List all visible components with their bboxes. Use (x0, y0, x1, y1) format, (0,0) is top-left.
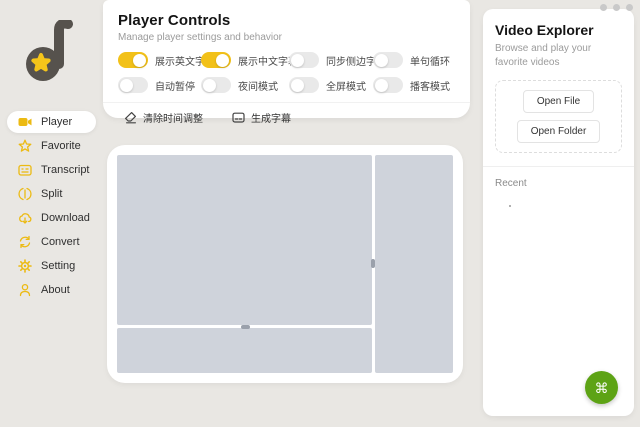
explorer-subtitle: Browse and play your favorite videos (495, 43, 592, 68)
sidebar-item-label: Favorite (41, 140, 81, 152)
video-main-pane[interactable] (117, 155, 372, 325)
recent-section-label: Recent (495, 178, 527, 189)
video-camera-icon (18, 115, 32, 129)
sidebar-item-favorite[interactable]: Favorite (7, 135, 96, 157)
sidebar-item-convert[interactable]: Convert (7, 231, 96, 253)
toggle-auto-pause: 自动暂停 (118, 77, 201, 93)
open-folder-button[interactable]: Open Folder (516, 120, 601, 143)
video-explorer-panel: Video Explorer Browse and play your favo… (483, 9, 634, 416)
horizontal-resize-handle[interactable] (241, 325, 250, 329)
transcript-icon (18, 163, 32, 177)
video-bottom-pane[interactable] (117, 328, 372, 373)
player-controls-panel: Player Controls Manage player settings a… (103, 0, 470, 125)
generate-subtitles-button[interactable]: 生成字幕 (231, 108, 291, 127)
sidebar-item-about[interactable]: About (7, 279, 96, 301)
gear-icon (18, 259, 32, 273)
video-player-area (107, 145, 463, 383)
action-label: 生成字幕 (251, 114, 291, 125)
sidebar-item-transcript[interactable]: Transcript (7, 159, 96, 181)
toggle-podcast-mode: 播客模式 (373, 77, 455, 93)
sidebar-item-player[interactable]: Player (7, 111, 96, 133)
star-icon (18, 139, 32, 153)
toggle-fullscreen-mode: 全屏模式 (289, 77, 373, 93)
toggle-switch[interactable] (373, 52, 403, 68)
toggle-switch[interactable] (118, 77, 148, 93)
sidebar-menu: Player Favorite Transcript Split Downloa… (7, 111, 96, 303)
toggle-single-sentence-loop: 单句循环 (373, 52, 455, 68)
toggle-switch[interactable] (201, 52, 231, 68)
logo-d-icon (26, 18, 73, 81)
window-dot-icon[interactable] (600, 4, 607, 11)
open-file-button[interactable]: Open File (522, 90, 595, 113)
toggle-switch[interactable] (289, 52, 319, 68)
sidebar-item-label: About (41, 284, 70, 296)
sidebar-item-label: Download (41, 212, 90, 224)
sidebar-item-label: Player (41, 116, 73, 128)
sidebar-item-label: Transcript (41, 164, 90, 176)
toggle-switch[interactable] (118, 52, 148, 68)
toggle-grid: 展示英文字幕 展示中文字幕 同步侧边字幕 单句循环 自动暂停 夜间模式 全屏模式… (118, 52, 455, 93)
person-icon (18, 283, 32, 297)
app-logo (22, 18, 76, 91)
toggle-label: 自动暂停 (155, 81, 195, 93)
toggle-night-mode: 夜间模式 (201, 77, 289, 93)
sidebar-item-label: Convert (41, 236, 80, 248)
vertical-resize-handle[interactable] (371, 259, 375, 268)
command-icon: ⌘ (594, 379, 609, 396)
download-cloud-icon (18, 211, 32, 225)
sidebar-item-download[interactable]: Download (7, 207, 96, 229)
sidebar-item-label: Setting (41, 260, 76, 272)
convert-arrows-icon (18, 235, 32, 249)
toggle-label: 播客模式 (410, 81, 450, 93)
open-dropzone: Open File Open Folder (495, 80, 622, 153)
toggle-switch[interactable] (373, 77, 403, 93)
sidebar: Player Favorite Transcript Split Downloa… (0, 0, 101, 427)
page-subtitle: Manage player settings and behavior (118, 32, 282, 43)
action-label: 清除时间调整 (143, 114, 203, 125)
toggle-switch[interactable] (289, 77, 319, 93)
toggle-switch[interactable] (201, 77, 231, 93)
toggle-sync-side-subtitles: 同步侧边字幕 (289, 52, 386, 68)
sidebar-item-label: Split (41, 188, 63, 200)
clear-time-adjust-button[interactable]: 清除时间调整 (123, 108, 203, 127)
sidebar-item-setting[interactable]: Setting (7, 255, 96, 277)
toggle-label: 夜间模式 (238, 81, 278, 93)
captions-icon (231, 111, 245, 125)
toggle-label: 全屏模式 (326, 81, 366, 93)
eraser-icon (123, 111, 137, 125)
shortcut-fab-button[interactable]: ⌘ (585, 371, 618, 404)
window-controls (600, 4, 633, 11)
window-dot-icon[interactable] (613, 4, 620, 11)
video-side-pane[interactable] (375, 155, 453, 373)
toggle-label: 单句循环 (410, 56, 450, 68)
split-icon (18, 187, 32, 201)
toggle-show-chinese-subtitles: 展示中文字幕 (201, 52, 298, 68)
explorer-title: Video Explorer (495, 22, 594, 38)
sidebar-item-split[interactable]: Split (7, 183, 96, 205)
toggle-show-english-subtitles: 展示英文字幕 (118, 52, 215, 68)
recent-empty-dot (509, 205, 511, 207)
page-title: Player Controls (118, 12, 231, 29)
window-dot-icon[interactable] (626, 4, 633, 11)
panel-divider (483, 166, 634, 167)
action-row: 清除时间调整 生成字幕 (118, 103, 455, 132)
